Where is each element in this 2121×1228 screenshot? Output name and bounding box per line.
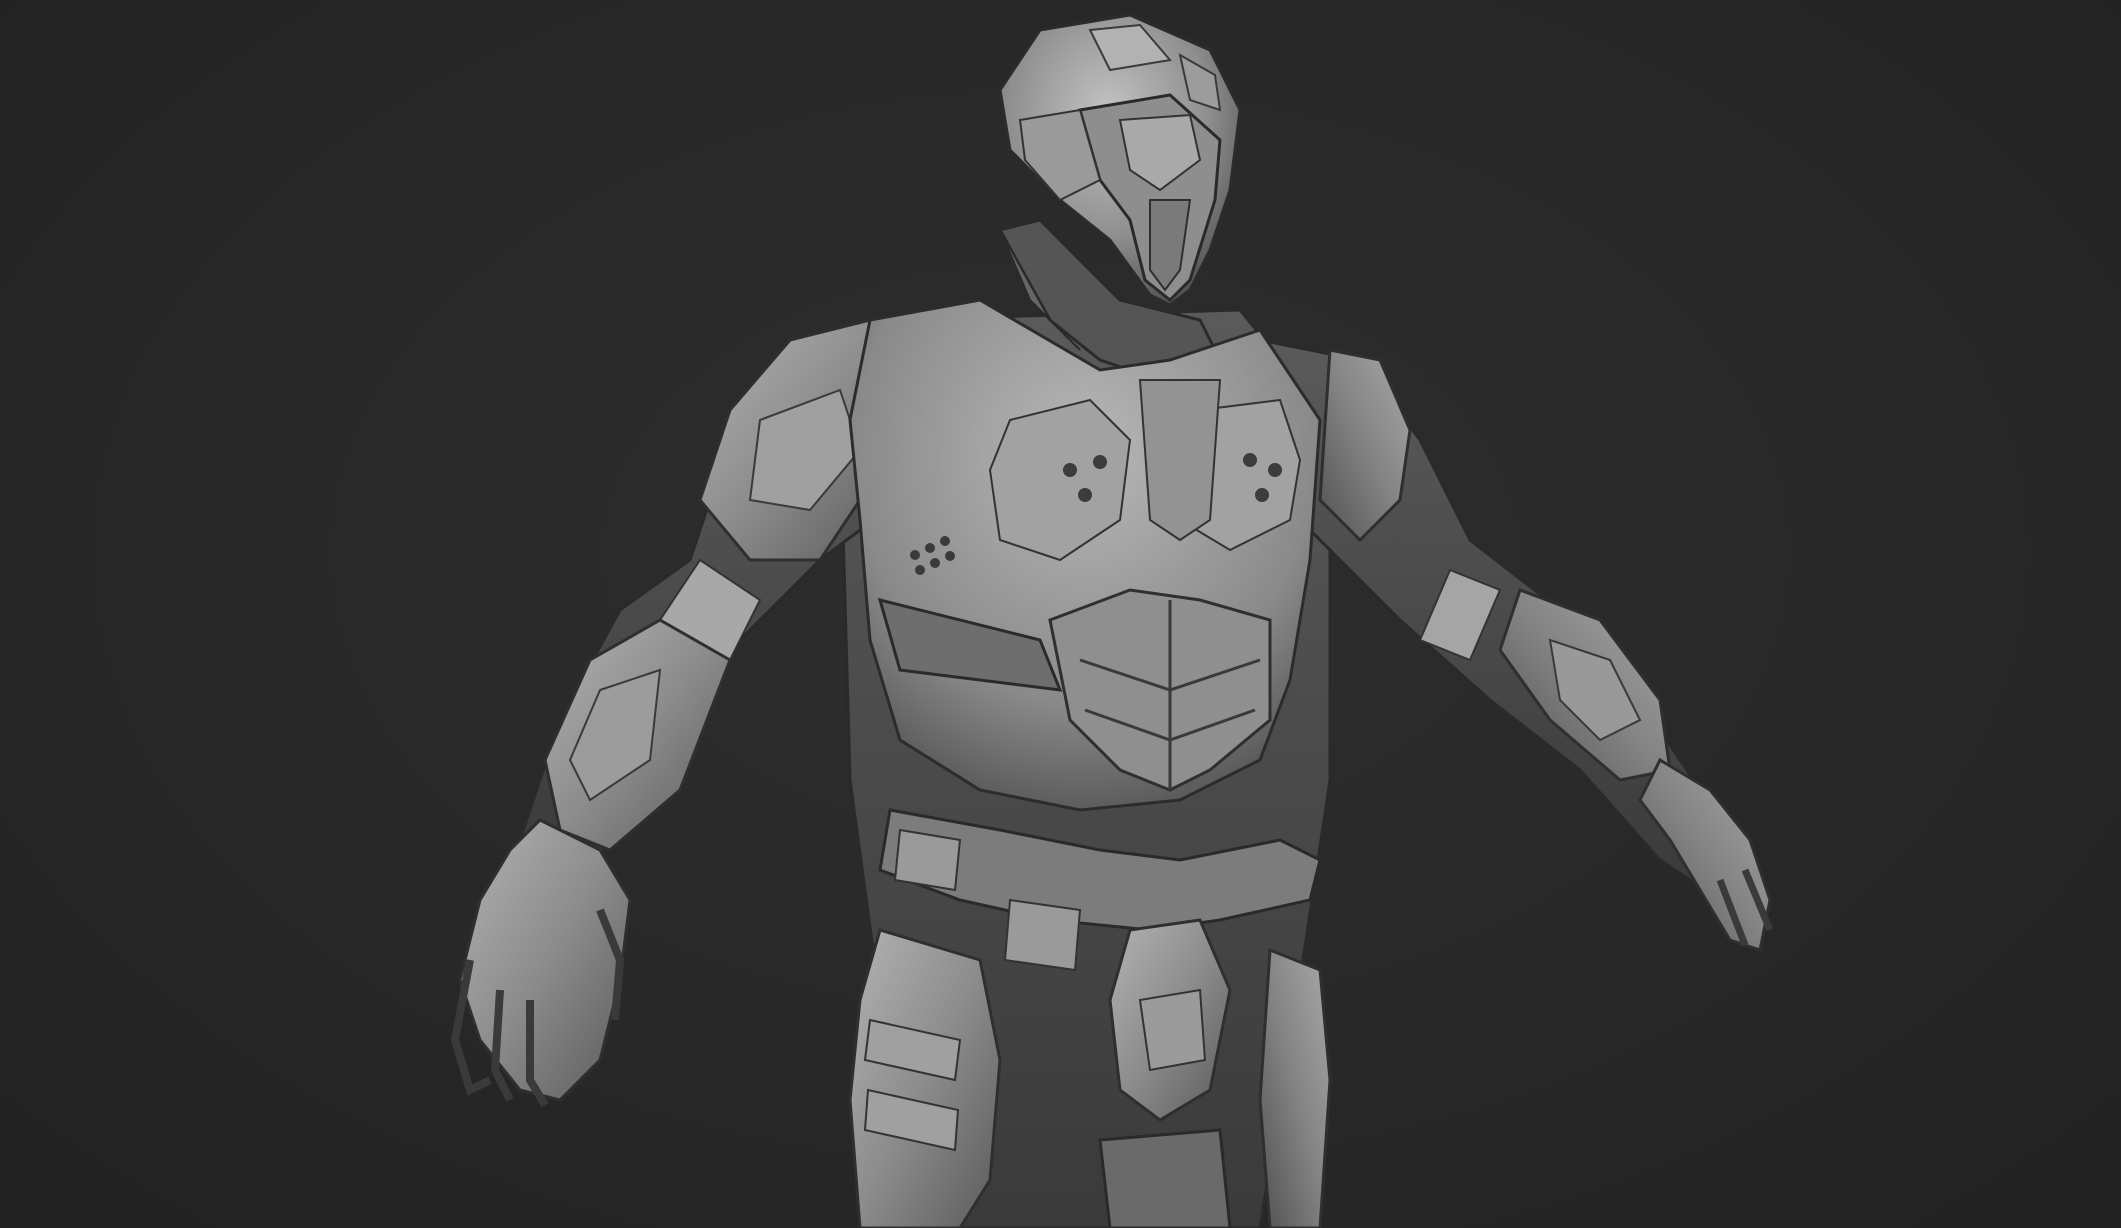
left-arm <box>450 318 902 1108</box>
sculpt-model[interactable] <box>0 0 2121 1228</box>
chest-armor <box>848 298 1322 812</box>
right-arm <box>1258 338 1774 952</box>
3d-viewport[interactable] <box>0 0 2121 1228</box>
